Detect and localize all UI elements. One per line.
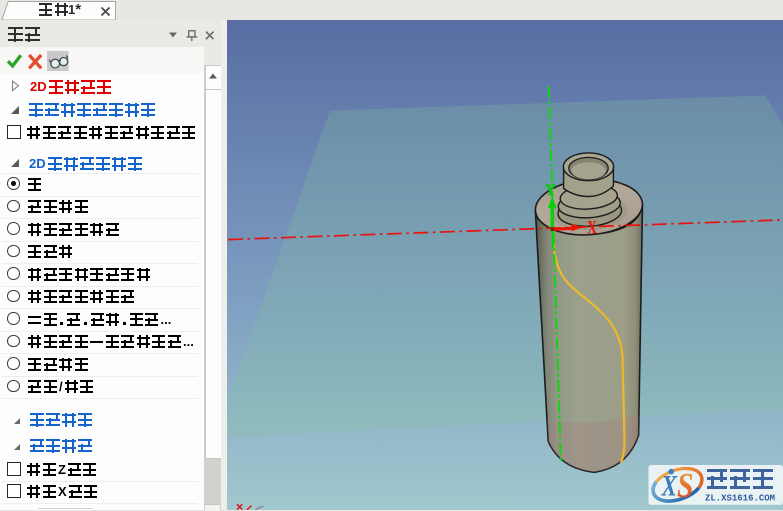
svg-text:X: X xyxy=(587,218,597,239)
svg-text:Y: Y xyxy=(545,182,556,199)
svg-text:X: X xyxy=(661,470,678,503)
svg-text:ZL.XS1616.COM: ZL.XS1616.COM xyxy=(705,493,775,504)
svg-text:S: S xyxy=(677,466,694,505)
